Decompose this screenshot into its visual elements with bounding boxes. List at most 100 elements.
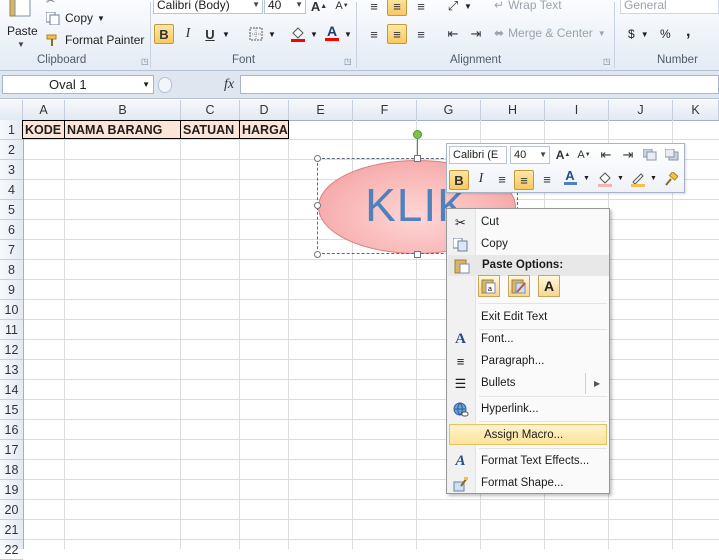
menu-item-cut[interactable]: ✂ Cut bbox=[447, 212, 609, 233]
cell-a1[interactable]: KODE bbox=[22, 120, 65, 139]
mini-format-painter-icon[interactable] bbox=[661, 169, 681, 189]
resize-handle[interactable] bbox=[314, 202, 321, 209]
underline-button[interactable]: U bbox=[200, 24, 220, 44]
cut-icon[interactable]: ✂ bbox=[46, 0, 62, 7]
rotation-handle[interactable] bbox=[413, 130, 422, 139]
mini-align-right-icon[interactable]: ≡ bbox=[537, 169, 557, 189]
row-header[interactable]: 18 bbox=[0, 460, 23, 480]
paste-text-only-button[interactable]: A bbox=[538, 275, 560, 297]
mini-decrease-indent-icon[interactable]: ⇤ bbox=[596, 145, 616, 165]
row-header[interactable]: 10 bbox=[0, 300, 23, 320]
currency-button[interactable]: $ ▼ bbox=[628, 27, 649, 41]
chevron-down-icon[interactable]: ▼ bbox=[583, 175, 590, 182]
row-header[interactable]: 1 bbox=[0, 120, 23, 140]
paste-dropdown-icon[interactable]: ▼ bbox=[17, 40, 25, 49]
shrink-font-icon[interactable]: A ▼ bbox=[332, 0, 352, 16]
mini-align-left-icon[interactable]: ≡ bbox=[492, 169, 512, 189]
wrap-text-button[interactable]: ↵ Wrap Text bbox=[494, 0, 562, 12]
orientation-icon[interactable]: ⤢ bbox=[443, 0, 463, 16]
menu-item-format-shape[interactable]: Format Shape... bbox=[447, 473, 609, 494]
mini-font-size-combo[interactable]: 40 ▼ bbox=[510, 146, 550, 164]
chevron-down-icon[interactable]: ▼ bbox=[650, 175, 657, 182]
align-top-icon[interactable]: ≡ bbox=[364, 0, 384, 16]
row-header[interactable]: 4 bbox=[0, 180, 23, 200]
row-header[interactable]: 7 bbox=[0, 240, 23, 260]
row-header[interactable]: 12 bbox=[0, 340, 23, 360]
mini-shrink-font-icon[interactable]: A ▼ bbox=[574, 145, 594, 165]
mini-font-color-icon[interactable]: A bbox=[560, 167, 580, 187]
menu-item-hyperlink[interactable]: Hyperlink... bbox=[447, 399, 609, 420]
row-header[interactable]: 5 bbox=[0, 200, 23, 220]
row-header[interactable]: 20 bbox=[0, 500, 23, 520]
cell-c1[interactable]: SATUAN bbox=[180, 120, 240, 139]
menu-item-font[interactable]: A Font... bbox=[447, 329, 609, 350]
row-header[interactable]: 19 bbox=[0, 480, 23, 500]
formula-bar-grip-icon[interactable] bbox=[158, 77, 172, 93]
row-header[interactable]: 17 bbox=[0, 440, 23, 460]
paste-button[interactable]: Paste bbox=[7, 24, 38, 38]
comma-button[interactable]: , bbox=[686, 23, 690, 41]
menu-item-exit-edit-text[interactable]: Exit Edit Text bbox=[447, 307, 609, 328]
select-all-button[interactable] bbox=[0, 100, 23, 120]
chevron-down-icon[interactable]: ▼ bbox=[617, 175, 624, 182]
copy-button[interactable]: Copy ▼ bbox=[45, 11, 105, 25]
font-color-dropdown-icon[interactable]: ▼ bbox=[344, 30, 352, 39]
column-header[interactable]: C bbox=[181, 100, 240, 120]
align-bottom-icon[interactable]: ≡ bbox=[411, 0, 431, 16]
mini-font-name-combo[interactable]: Calibri (E bbox=[449, 146, 507, 164]
column-header[interactable]: A bbox=[23, 100, 65, 120]
mini-bring-forward-icon[interactable] bbox=[640, 145, 660, 165]
font-color-icon[interactable]: A bbox=[322, 22, 342, 42]
row-header[interactable]: 6 bbox=[0, 220, 23, 240]
row-header[interactable]: 13 bbox=[0, 360, 23, 380]
mini-grow-font-icon[interactable]: A ▲ bbox=[553, 145, 573, 165]
menu-item-bullets[interactable]: ☰ Bullets ▶ bbox=[447, 373, 609, 394]
mini-bold-button[interactable]: B bbox=[449, 170, 469, 190]
row-header[interactable]: 16 bbox=[0, 420, 23, 440]
paste-icon[interactable] bbox=[6, 0, 34, 18]
resize-handle[interactable] bbox=[314, 155, 321, 162]
formula-input[interactable] bbox=[240, 75, 719, 94]
mini-increase-indent-icon[interactable]: ⇥ bbox=[618, 145, 638, 165]
cell-b1[interactable]: NAMA BARANG bbox=[64, 120, 181, 139]
borders-dropdown-icon[interactable]: ▼ bbox=[268, 30, 276, 39]
underline-dropdown-icon[interactable]: ▼ bbox=[222, 30, 230, 39]
column-header[interactable]: E bbox=[289, 100, 353, 120]
column-header[interactable]: B bbox=[65, 100, 181, 120]
fill-color-dropdown-icon[interactable]: ▼ bbox=[310, 30, 318, 39]
clipboard-launcher-icon[interactable]: ◳ bbox=[141, 57, 149, 66]
align-center-icon[interactable]: ≡ bbox=[387, 24, 407, 44]
paste-use-destination-icon[interactable] bbox=[508, 275, 530, 297]
row-header[interactable]: 8 bbox=[0, 260, 23, 280]
column-header[interactable]: J bbox=[609, 100, 673, 120]
mini-outline-color-icon[interactable] bbox=[628, 169, 648, 189]
font-name-combo[interactable]: Calibri (Body) ▼ bbox=[153, 0, 263, 14]
row-header[interactable]: 3 bbox=[0, 160, 23, 180]
mini-italic-button[interactable]: I bbox=[471, 169, 491, 189]
mini-fill-color-icon[interactable] bbox=[595, 169, 615, 189]
borders-icon[interactable] bbox=[246, 24, 266, 44]
decrease-indent-icon[interactable]: ⇤ bbox=[443, 24, 463, 44]
row-header[interactable]: 22 bbox=[0, 540, 23, 560]
cell-d1[interactable]: HARGA bbox=[239, 120, 289, 139]
column-header[interactable]: I bbox=[545, 100, 609, 120]
align-right-icon[interactable]: ≡ bbox=[411, 24, 431, 44]
mini-send-backward-icon[interactable] bbox=[662, 145, 682, 165]
fx-icon[interactable]: fx bbox=[224, 77, 234, 93]
row-header[interactable]: 9 bbox=[0, 280, 23, 300]
percent-button[interactable]: % bbox=[660, 27, 671, 41]
merge-center-button[interactable]: ⬌ Merge & Center ▼ bbox=[494, 26, 606, 40]
row-header[interactable]: 15 bbox=[0, 400, 23, 420]
format-painter-button[interactable]: Format Painter bbox=[46, 33, 144, 47]
mini-align-center-icon[interactable]: ≡ bbox=[514, 170, 534, 190]
menu-item-copy[interactable]: Copy bbox=[447, 234, 609, 255]
resize-handle[interactable] bbox=[414, 155, 421, 162]
name-box[interactable]: Oval 1 ▼ bbox=[2, 75, 154, 94]
italic-button[interactable]: I bbox=[178, 24, 198, 44]
column-header[interactable]: G bbox=[417, 100, 481, 120]
menu-item-format-text-effects[interactable]: A Format Text Effects... bbox=[447, 451, 609, 472]
font-size-combo[interactable]: 40 ▼ bbox=[264, 0, 306, 14]
alignment-launcher-icon[interactable]: ◳ bbox=[603, 57, 611, 66]
align-middle-icon[interactable]: ≡ bbox=[387, 0, 407, 16]
align-left-icon[interactable]: ≡ bbox=[364, 24, 384, 44]
